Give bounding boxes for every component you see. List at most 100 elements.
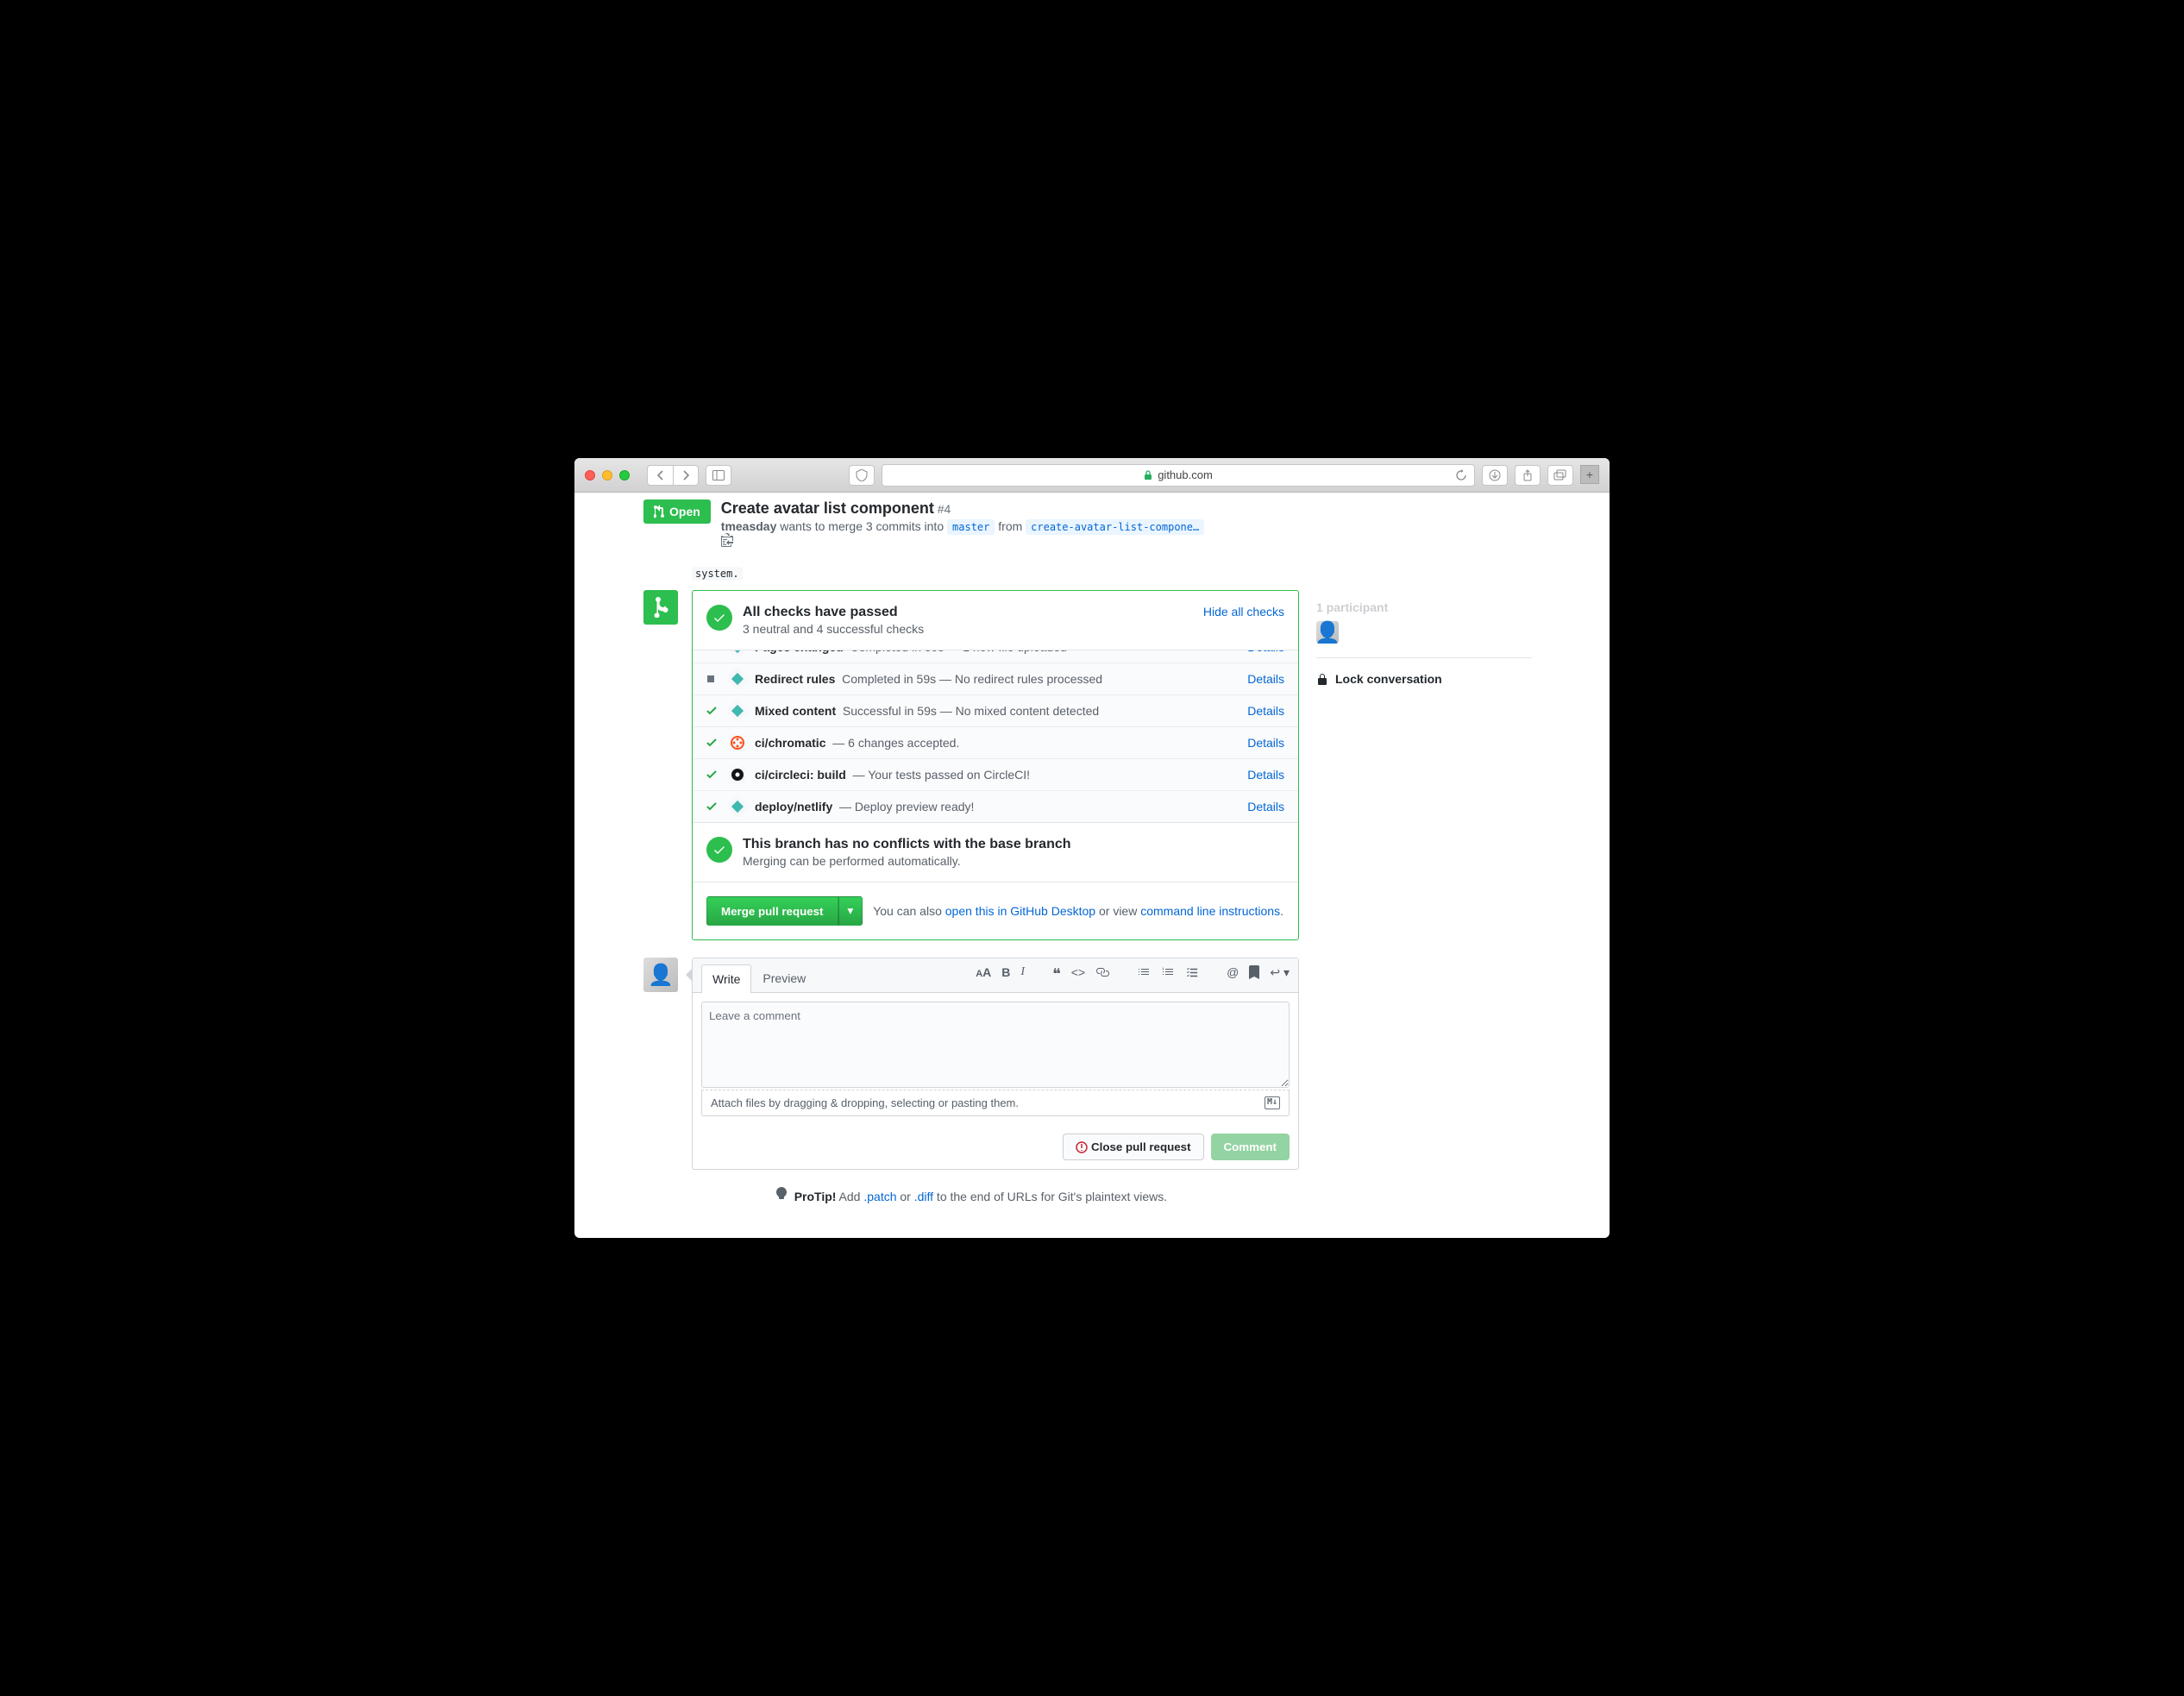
- merge-pr-button[interactable]: Merge pull request: [706, 896, 838, 926]
- check-details-link[interactable]: Details: [1247, 768, 1284, 782]
- open-desktop-link[interactable]: open this in GitHub Desktop: [945, 904, 1095, 918]
- share-button[interactable]: [1515, 465, 1541, 486]
- checks-title: All checks have passed: [743, 605, 924, 620]
- participant-avatar[interactable]: 👤: [1316, 621, 1339, 644]
- attach-hint[interactable]: Attach files by dragging & dropping, sel…: [701, 1090, 1290, 1116]
- check-icon: [706, 769, 720, 780]
- check-message: — 6 changes accepted.: [832, 736, 959, 750]
- comment-fragment: system.: [692, 566, 1299, 580]
- lock-icon: [1316, 672, 1328, 686]
- comment-textarea[interactable]: [701, 1002, 1290, 1088]
- address-bar[interactable]: github.com: [882, 464, 1475, 487]
- check-message: Completed in 59s — 1 new file uploaded: [850, 650, 1066, 654]
- hide-checks-link[interactable]: Hide all checks: [1203, 605, 1284, 619]
- minimize-window-button[interactable]: [602, 470, 612, 481]
- git-pull-request-icon: [654, 505, 666, 518]
- close-icon: [1076, 1141, 1088, 1153]
- tab-preview[interactable]: Preview: [751, 964, 817, 992]
- checks-list: Pages changed Completed in 59s — 1 new f…: [693, 650, 1298, 823]
- chromatic-icon: [729, 734, 746, 751]
- link-icon[interactable]: [1095, 965, 1109, 983]
- svg-text:1: 1: [1162, 966, 1164, 970]
- check-row: deploy/netlify — Deploy preview ready!De…: [693, 791, 1298, 822]
- current-user-avatar[interactable]: 👤: [643, 958, 678, 992]
- privacy-report-button[interactable]: [849, 465, 875, 486]
- check-details-link[interactable]: Details: [1247, 672, 1284, 686]
- tabs-button[interactable]: [1547, 465, 1573, 486]
- saved-reply-icon[interactable]: [1249, 965, 1259, 983]
- quote-icon[interactable]: ❝: [1052, 965, 1061, 983]
- tab-write[interactable]: Write: [701, 964, 751, 993]
- back-button[interactable]: [647, 465, 673, 486]
- pr-state-badge: Open: [643, 499, 711, 524]
- check-row: ci/circleci: build — Your tests passed o…: [693, 759, 1298, 791]
- pr-meta: tmeasday wants to merge 3 commits into m…: [721, 519, 1208, 547]
- merge-hint: You can also open this in GitHub Desktop…: [873, 904, 1283, 918]
- check-name: Mixed content: [755, 704, 836, 718]
- head-branch[interactable]: create-avatar-list-compone…: [1026, 519, 1204, 535]
- participants-heading: 1 participant: [1316, 600, 1532, 614]
- markdown-icon[interactable]: M↓: [1265, 1096, 1280, 1109]
- check-icon: [706, 801, 720, 812]
- merge-options-dropdown[interactable]: ▾: [838, 896, 863, 926]
- check-icon: [706, 738, 720, 748]
- window-controls: [585, 470, 630, 481]
- sidebar: 1 participant 👤 Lock conversation: [1316, 566, 1532, 1203]
- no-conflicts-icon: [706, 837, 732, 863]
- check-name: Pages changed: [755, 650, 844, 654]
- check-name: Redirect rules: [755, 672, 835, 686]
- sidebar-toggle-button[interactable]: [706, 465, 731, 486]
- netlify-icon: [725, 699, 750, 723]
- bold-icon[interactable]: B: [1001, 965, 1010, 983]
- forward-button[interactable]: [673, 465, 699, 486]
- diff-link[interactable]: .diff: [914, 1190, 933, 1203]
- check-details-link[interactable]: Details: [1247, 800, 1284, 813]
- ordered-list-icon[interactable]: 1: [1161, 965, 1175, 983]
- pr-author[interactable]: tmeasday: [721, 519, 777, 533]
- comment-composer: Write Preview AA B I ❝ <>: [692, 958, 1299, 1170]
- reply-icon[interactable]: ↩ ▾: [1270, 965, 1290, 983]
- lock-conversation-link[interactable]: Lock conversation: [1316, 672, 1532, 686]
- italic-icon[interactable]: I: [1020, 965, 1025, 983]
- mention-icon[interactable]: @: [1227, 965, 1239, 983]
- check-row: ci/chromatic — 6 changes accepted.Detail…: [693, 727, 1298, 759]
- check-message: Completed in 59s — No redirect rules pro…: [842, 672, 1102, 686]
- task-list-icon[interactable]: [1185, 965, 1199, 983]
- downloads-button[interactable]: [1482, 465, 1508, 486]
- comment-button[interactable]: Comment: [1211, 1134, 1290, 1160]
- base-branch[interactable]: master: [947, 519, 995, 535]
- neutral-icon: [706, 650, 720, 651]
- unordered-list-icon[interactable]: [1137, 965, 1151, 983]
- pr-title: Create avatar list component: [721, 499, 934, 517]
- conflict-subtitle: Merging can be performed automatically.: [743, 854, 1071, 868]
- check-message: Successful in 59s — No mixed content det…: [843, 704, 1099, 718]
- markdown-toolbar: AA B I ❝ <>: [976, 965, 1290, 990]
- close-pr-button[interactable]: Close pull request: [1063, 1134, 1204, 1160]
- cli-instructions-link[interactable]: command line instructions: [1140, 904, 1280, 918]
- heading-icon[interactable]: AA: [976, 965, 991, 983]
- close-window-button[interactable]: [585, 470, 595, 481]
- merge-status-box: All checks have passed 3 neutral and 4 s…: [692, 590, 1299, 940]
- circleci-icon: [729, 766, 746, 783]
- check-row: Pages changed Completed in 59s — 1 new f…: [693, 650, 1298, 663]
- browser-toolbar: github.com +: [574, 458, 1610, 493]
- netlify-icon: [725, 795, 750, 819]
- check-details-link[interactable]: Details: [1247, 650, 1284, 654]
- neutral-icon: [706, 675, 720, 683]
- merge-icon: [643, 590, 678, 625]
- check-details-link[interactable]: Details: [1247, 736, 1284, 750]
- code-icon[interactable]: <>: [1071, 965, 1085, 983]
- lock-icon: [1144, 470, 1152, 481]
- check-message: — Deploy preview ready!: [839, 800, 974, 813]
- patch-link[interactable]: .patch: [863, 1190, 896, 1203]
- copy-branch-icon[interactable]: [721, 533, 1208, 547]
- protip: ProTip! Add .patch or .diff to the end o…: [643, 1187, 1299, 1203]
- zoom-window-button[interactable]: [619, 470, 630, 481]
- check-details-link[interactable]: Details: [1247, 704, 1284, 718]
- check-row: Mixed content Successful in 59s — No mix…: [693, 695, 1298, 727]
- bulb-icon: [775, 1190, 791, 1203]
- browser-window: github.com + Open Create avatar li: [574, 458, 1610, 1238]
- new-tab-button[interactable]: +: [1580, 465, 1599, 484]
- reload-button[interactable]: [1455, 469, 1467, 481]
- conflict-title: This branch has no conflicts with the ba…: [743, 837, 1071, 852]
